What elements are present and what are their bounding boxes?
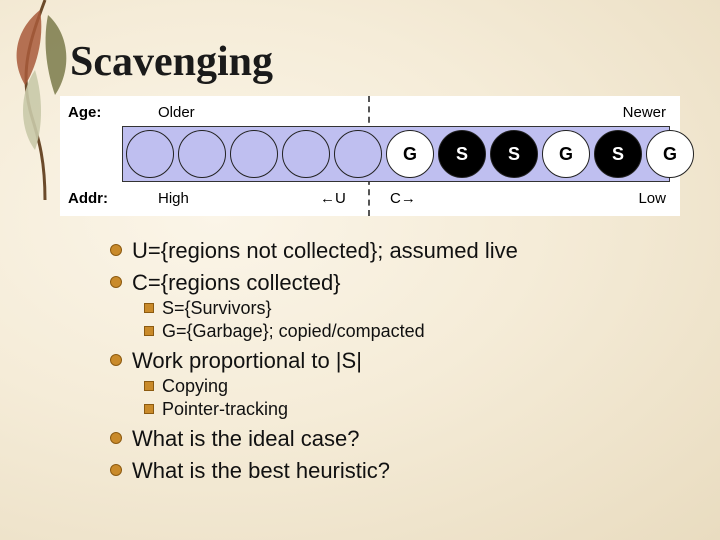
list-subitem: Pointer-tracking bbox=[144, 399, 670, 420]
slide-title: Scavenging bbox=[70, 38, 273, 86]
list-subitem: Copying bbox=[144, 376, 670, 397]
bullet-text: Pointer-tracking bbox=[162, 399, 288, 420]
list-item: C={regions collected} bbox=[110, 270, 670, 296]
region-uncollected bbox=[334, 130, 382, 178]
bullet-icon bbox=[144, 404, 154, 414]
bullet-icon bbox=[144, 326, 154, 336]
addr-u-arrow: ←U bbox=[320, 190, 346, 207]
bullet-text: Work proportional to |S| bbox=[132, 348, 362, 374]
bullet-text: U={regions not collected}; assumed live bbox=[132, 238, 518, 264]
region-uncollected bbox=[282, 130, 330, 178]
bullet-icon bbox=[110, 244, 122, 256]
bullet-text: S={Survivors} bbox=[162, 298, 272, 319]
bullet-icon bbox=[110, 432, 122, 444]
list-item: What is the best heuristic? bbox=[110, 458, 670, 484]
age-newer: Newer bbox=[623, 104, 666, 121]
bullet-text: C={regions collected} bbox=[132, 270, 341, 296]
age-axis-label: Age: bbox=[68, 104, 101, 121]
list-item: U={regions not collected}; assumed live bbox=[110, 238, 670, 264]
addr-low: Low bbox=[638, 190, 666, 207]
region-garbage: G bbox=[542, 130, 590, 178]
bullet-icon bbox=[144, 381, 154, 391]
addr-c-arrow: C→ bbox=[390, 190, 416, 207]
memory-diagram: Age: Addr: Older Newer High ←U C→ Low GS… bbox=[60, 96, 680, 216]
region-uncollected bbox=[230, 130, 278, 178]
region-uncollected bbox=[178, 130, 226, 178]
region-survivor: S bbox=[594, 130, 642, 178]
bullet-text: What is the ideal case? bbox=[132, 426, 359, 452]
age-older: Older bbox=[158, 104, 195, 121]
bullet-icon bbox=[144, 303, 154, 313]
bullet-text: G={Garbage}; copied/compacted bbox=[162, 321, 425, 342]
list-item: What is the ideal case? bbox=[110, 426, 670, 452]
addr-axis-label: Addr: bbox=[68, 190, 108, 207]
bullet-icon bbox=[110, 354, 122, 366]
bullet-text: Copying bbox=[162, 376, 228, 397]
list-subitem: G={Garbage}; copied/compacted bbox=[144, 321, 670, 342]
list-item: Work proportional to |S| bbox=[110, 348, 670, 374]
region-garbage: G bbox=[646, 130, 694, 178]
bullet-list: U={regions not collected}; assumed live … bbox=[110, 232, 670, 484]
bullet-icon bbox=[110, 276, 122, 288]
bullet-icon bbox=[110, 464, 122, 476]
region-circles: GSSGSG bbox=[126, 130, 694, 178]
region-uncollected bbox=[126, 130, 174, 178]
addr-high: High bbox=[158, 190, 189, 207]
bullet-text: What is the best heuristic? bbox=[132, 458, 390, 484]
region-survivor: S bbox=[490, 130, 538, 178]
region-garbage: G bbox=[386, 130, 434, 178]
list-subitem: S={Survivors} bbox=[144, 298, 670, 319]
region-survivor: S bbox=[438, 130, 486, 178]
